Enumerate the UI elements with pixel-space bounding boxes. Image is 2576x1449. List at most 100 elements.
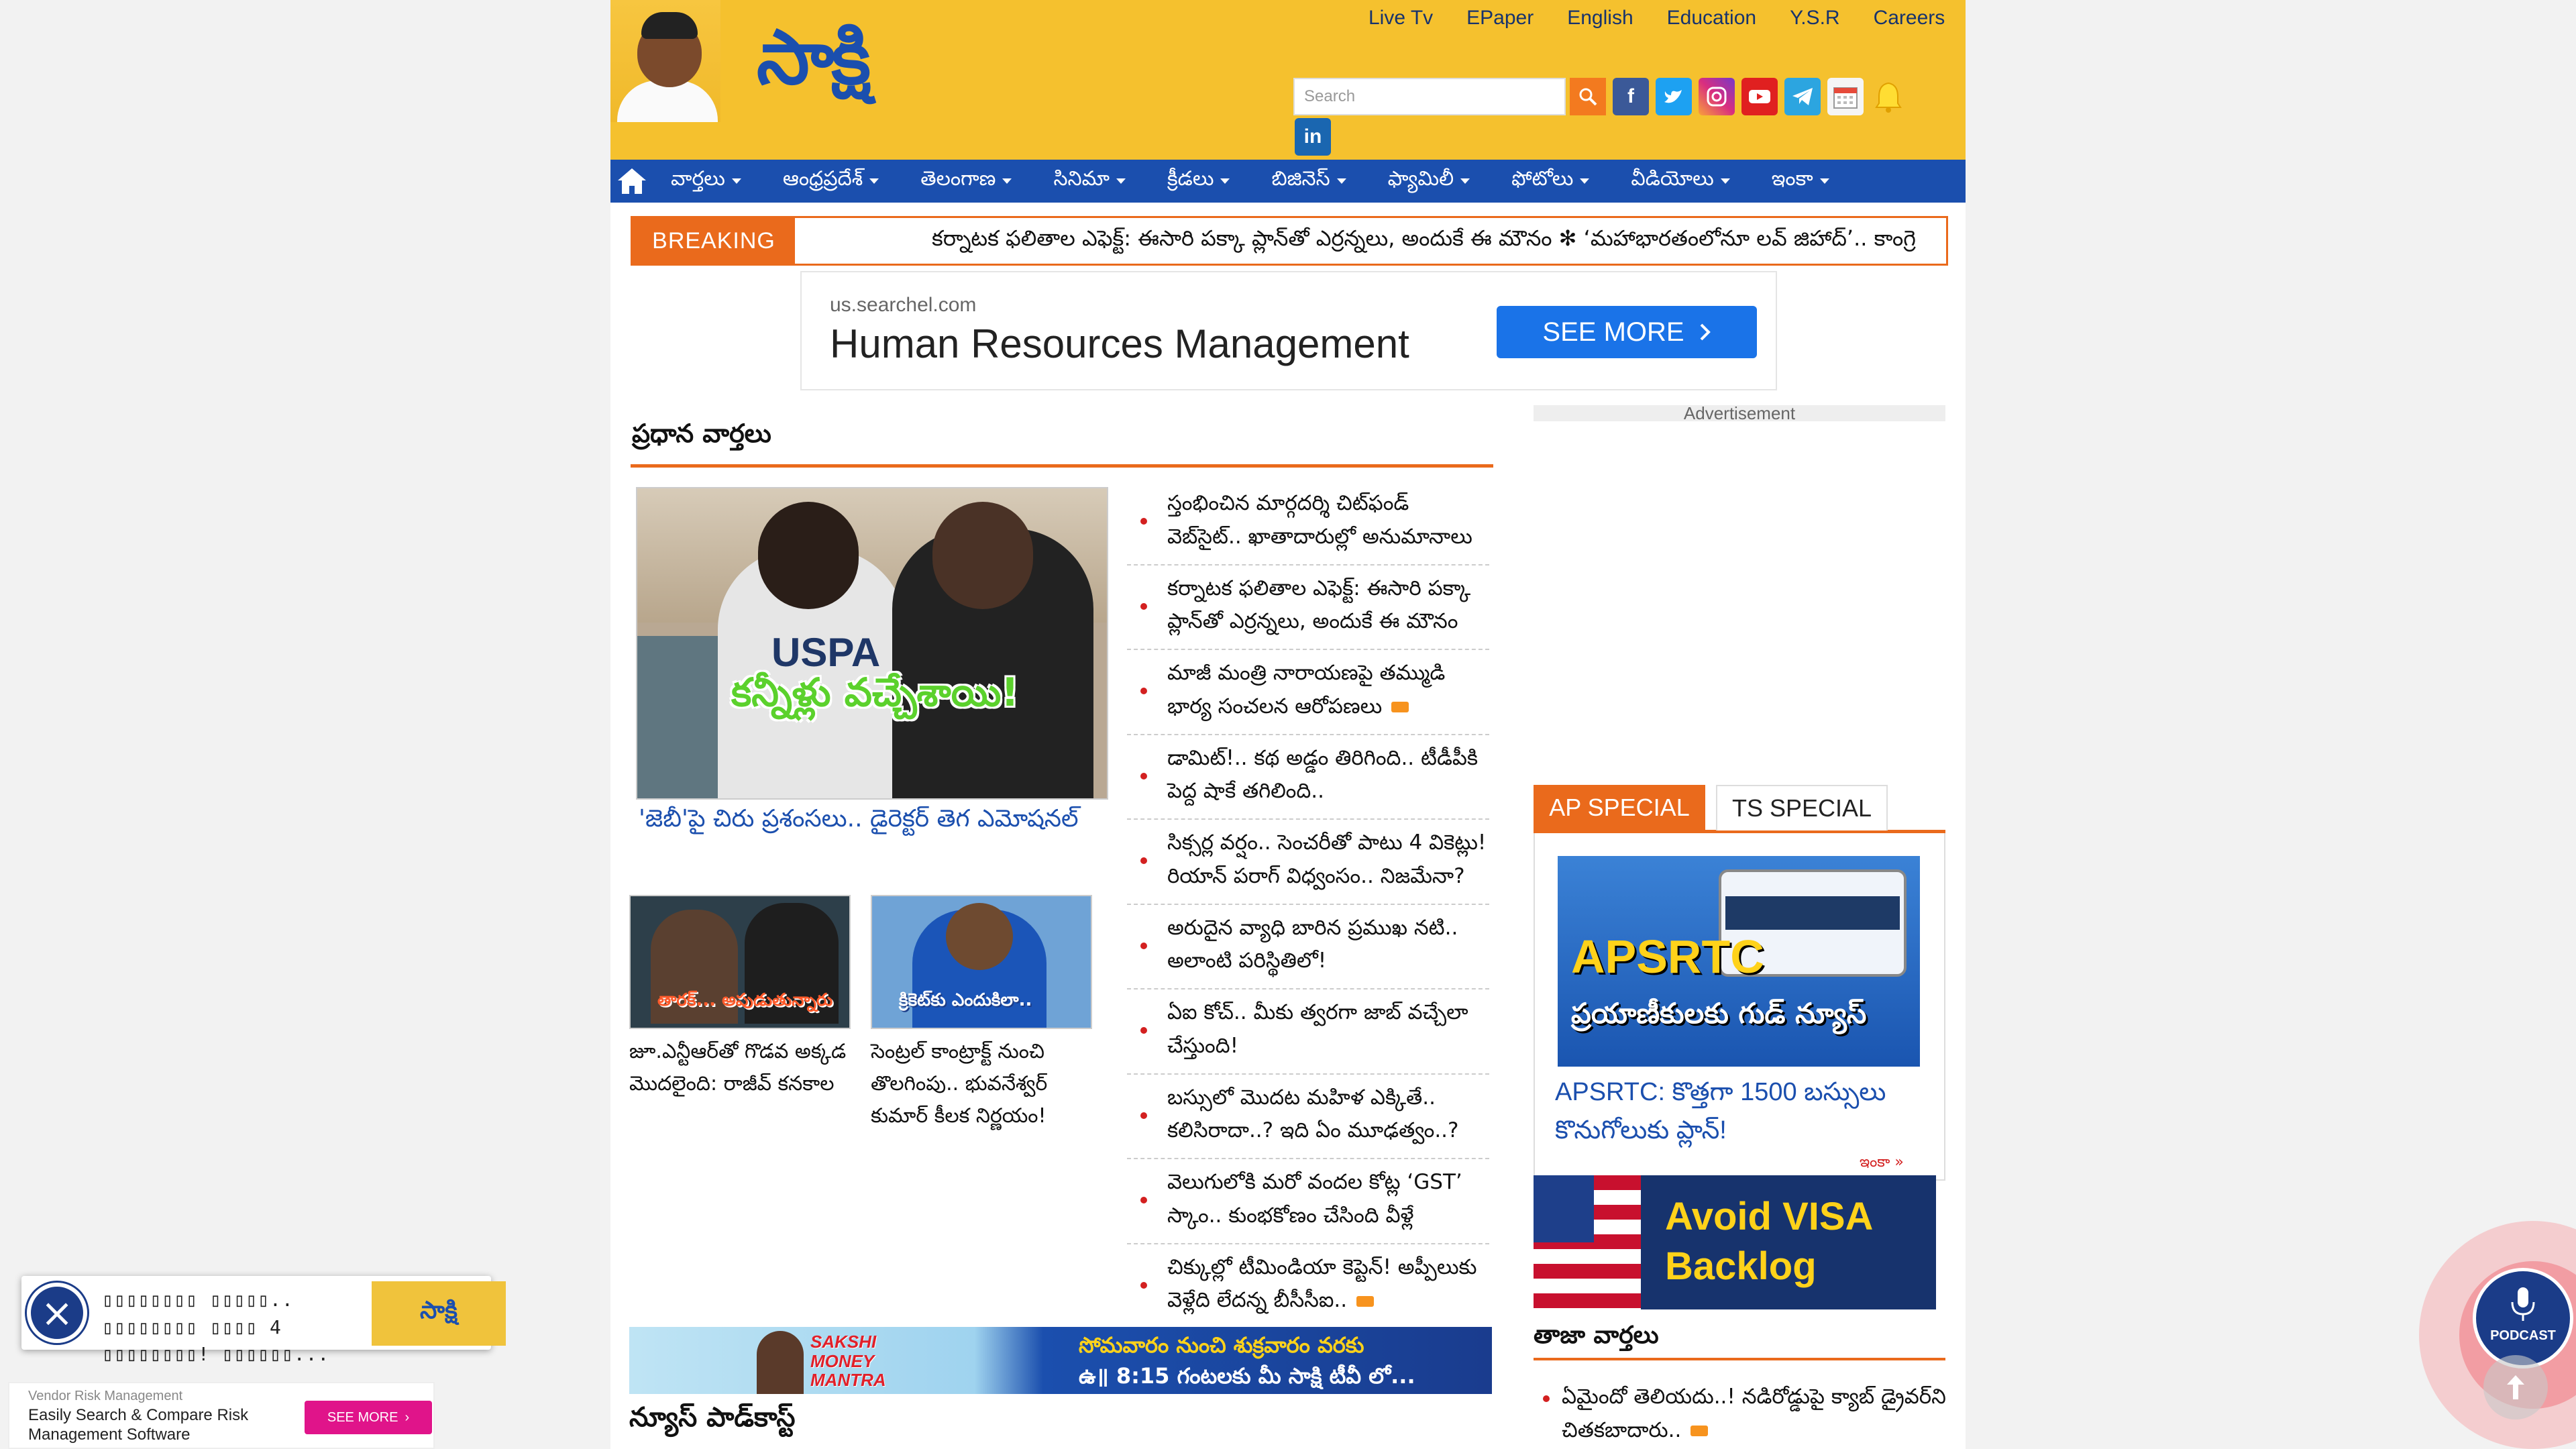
- special-more-link[interactable]: ఇంకా »: [1860, 1154, 1904, 1174]
- nav-item-more[interactable]: ఇంకా: [1772, 167, 1829, 195]
- chevron-down-icon: [1819, 178, 1829, 184]
- breaking-ticker: BREAKING కర్నాటక ఫలితాల ఎఫెక్ట్‌: ఈసారి …: [631, 216, 1948, 266]
- push-notification[interactable]: × ▯▯▯▯▯▯▯▯ ▯▯▯▯▯.. ▯▯▯▯▯▯▯▯ ▯▯▯▯ 4 ▯▯▯▯▯…: [21, 1276, 506, 1365]
- search-input[interactable]: Search: [1293, 78, 1566, 115]
- arrow-up-icon: [2507, 1375, 2524, 1399]
- bullet-icon: [1140, 942, 1147, 949]
- home-icon: [618, 168, 646, 194]
- section-title: ప్రధాన వార్తలు: [632, 419, 771, 448]
- nav-item-family[interactable]: ఫ్యామిలీ: [1388, 167, 1470, 195]
- hero-overlay-text: కన్నీళ్లు వచ్చేశాయి!: [731, 669, 1019, 715]
- calendar-icon[interactable]: [1827, 78, 1864, 115]
- thumb-headline-1[interactable]: జూ.ఎన్టీఆర్‌తో గొడవ అక్కడ మొదలైంది: రాజీ…: [629, 1036, 857, 1100]
- nav-item-andhra-pradesh[interactable]: ఆంధ్రప్రదేశ్: [783, 167, 879, 195]
- facebook-icon[interactable]: f: [1613, 78, 1649, 115]
- nav-item-business[interactable]: బిజినెస్: [1271, 167, 1346, 195]
- site-header: సాక్షి Live Tv EPaper English Education …: [610, 0, 1966, 160]
- latest-news-divider: [1534, 1358, 1945, 1360]
- chevron-right-icon: [1700, 323, 1711, 341]
- bullet-icon: [1140, 857, 1147, 864]
- podcast-label: PODCAST: [2490, 1328, 2556, 1343]
- breaking-label: BREAKING: [633, 218, 795, 264]
- home-button[interactable]: [610, 160, 653, 203]
- top-link-english[interactable]: English: [1567, 7, 1633, 30]
- thumb-image-2[interactable]: క్రికెట్‌కు ఎందుకిలా..: [871, 895, 1092, 1029]
- bullet-icon: [1140, 1197, 1147, 1203]
- section-divider: [631, 464, 1493, 468]
- nav-item-photos[interactable]: ఫోటోలు: [1511, 167, 1590, 195]
- instagram-icon[interactable]: [1699, 78, 1735, 115]
- top-link-epaper[interactable]: EPaper: [1466, 7, 1534, 30]
- top-link-ysr[interactable]: Y.S.R: [1790, 7, 1840, 30]
- twitter-icon[interactable]: [1656, 78, 1692, 115]
- hero-headline[interactable]: 'జెబీ'పై చిరు ప్రశంసలు.. డైరెక్టర్‌ తెగ …: [639, 805, 1122, 839]
- tab-ap-special[interactable]: AP SPECIAL: [1534, 785, 1705, 830]
- ad-see-more-button[interactable]: SEE MORE: [1497, 306, 1757, 358]
- search-icon: [1579, 88, 1597, 106]
- list-item[interactable]: కర్నాటక ఫలితాల ఎఫెక్ట్‌: ఈసారి పక్కా ప్ల…: [1127, 566, 1489, 650]
- hero-image[interactable]: USPA కన్నీళ్లు వచ్చేశాయి!: [636, 487, 1108, 800]
- chevron-down-icon: [1580, 178, 1590, 184]
- youtube-icon[interactable]: [1741, 78, 1778, 115]
- special-tabs: AP SPECIAL TS SPECIAL: [1534, 785, 1945, 833]
- microphone-icon: [2511, 1287, 2535, 1321]
- chevron-down-icon: [1220, 178, 1230, 184]
- top-link-live-tv[interactable]: Live Tv: [1368, 7, 1433, 30]
- page: సాక్షి Live Tv EPaper English Education …: [610, 0, 1966, 1449]
- podcast-section-title: న్యూస్‌ పాడ్‌కాస్ట్‌: [629, 1402, 796, 1433]
- visa-ad[interactable]: Avoid VISA Backlog: [1534, 1175, 1936, 1309]
- bullet-icon: [1543, 1395, 1550, 1402]
- search-button[interactable]: [1570, 78, 1606, 115]
- video-camera-icon: [1391, 702, 1409, 713]
- bullet-icon: [1140, 688, 1147, 694]
- list-item[interactable]: సిక్సర్ల వర్షం.. సెంచరీతో పాటు 4 వికెట్ల…: [1127, 820, 1489, 905]
- list-item[interactable]: ఏమైందో తెలియదు..! నడిరోడ్డుపై క్యాబ్‌ డ్…: [1543, 1381, 1951, 1447]
- podcast-button[interactable]: PODCAST: [2419, 1221, 2576, 1449]
- money-mantra-banner[interactable]: SAKSHI MONEY MANTRA సోమవారం నుంచి శుక్రవ…: [629, 1327, 1492, 1394]
- linkedin-icon[interactable]: in: [1295, 118, 1331, 156]
- thumb-image-1[interactable]: తారక్... అపుడుతున్నారు: [629, 895, 851, 1029]
- vendor-ad-source: Vendor Risk Management: [28, 1389, 183, 1403]
- bullet-icon: [1140, 1027, 1147, 1034]
- nav-item-sports[interactable]: క్రీడలు: [1167, 167, 1230, 195]
- vendor-ad-button[interactable]: SEE MORE ›: [305, 1401, 432, 1434]
- top-news-list: స్తంభించిన మార్గదర్శి చిట్‌ఫండ్‌ వెబ్‌సై…: [1127, 480, 1489, 1329]
- chevron-right-icon: ›: [405, 1409, 410, 1425]
- list-item[interactable]: మాజీ మంత్రి నారాయణపై తమ్ముడి భార్య సంచలన…: [1127, 650, 1489, 735]
- site-logo[interactable]: సాక్షి: [757, 20, 871, 95]
- list-item[interactable]: వెలుగులోకి మరో వందల కోట్ల ‘GST’ స్కాం.. …: [1127, 1159, 1489, 1244]
- close-icon[interactable]: ×: [27, 1283, 87, 1343]
- special-headline[interactable]: APSRTC: కొత్తగా 1500 బస్సులు కొనుగోలుకు …: [1555, 1073, 1931, 1150]
- scroll-to-top-button[interactable]: [2483, 1355, 2548, 1419]
- main-nav: వార్తలు ఆంధ్రప్రదేశ్ తెలంగాణ సినిమా క్రీ…: [610, 160, 1966, 203]
- telegram-icon[interactable]: [1784, 78, 1821, 115]
- display-ad[interactable]: us.searchel.com Human Resources Manageme…: [800, 271, 1777, 390]
- nav-item-videos[interactable]: వీడియోలు: [1631, 167, 1730, 195]
- bullet-icon: [1140, 1112, 1147, 1119]
- tab-ts-special[interactable]: TS SPECIAL: [1716, 785, 1888, 830]
- nav-item-telangana[interactable]: తెలంగాణ: [920, 167, 1012, 195]
- ad-title[interactable]: Human Resources Management: [830, 321, 1409, 367]
- list-item[interactable]: ఏఐ కోచ్‌.. మీకు త్వరగా జాబ్‌ వచ్చేలా చేస…: [1127, 989, 1489, 1075]
- bullet-icon: [1140, 602, 1147, 610]
- special-image[interactable]: APSRTC ప్రయాణీకులకు గుడ్‌ న్యూస్‌: [1558, 856, 1920, 1067]
- video-camera-icon: [1356, 1295, 1375, 1307]
- nav-item-cinema[interactable]: సినిమా: [1053, 167, 1126, 195]
- list-item[interactable]: స్తంభించిన మార్గదర్శి చిట్‌ఫండ్‌ వెబ్‌సై…: [1127, 480, 1489, 566]
- latest-news-title: తాజా వార్తలు: [1534, 1322, 1659, 1349]
- leader-portrait: [610, 0, 720, 122]
- list-item[interactable]: డామిట్‌!.. కథ అడ్డం తిరిగింది.. టీడీపీకి…: [1127, 735, 1489, 820]
- top-link-education[interactable]: Education: [1667, 7, 1756, 30]
- breaking-text[interactable]: కర్నాటక ఫలితాల ఎఫెక్ట్‌: ఈసారి పక్కా ప్ల…: [932, 218, 1916, 264]
- notification-bell-icon[interactable]: [1870, 78, 1907, 115]
- top-links: Live Tv EPaper English Education Y.S.R C…: [1368, 7, 1945, 30]
- thumb-headline-2[interactable]: సెంట్రల్‌ కాంట్రాక్ట్‌ నుంచి తొలగింపు.. …: [871, 1036, 1099, 1132]
- list-item[interactable]: బస్సులో మొదట మహిళ ఎక్కితే.. కలిసిరాదా..?…: [1127, 1075, 1489, 1159]
- nav-item-news[interactable]: వార్తలు: [671, 167, 741, 195]
- chevron-down-icon: [1336, 178, 1346, 184]
- list-item[interactable]: అరుదైన వ్యాధి బారిన ప్రముఖ నటి.. అలాంటి …: [1127, 905, 1489, 989]
- chevron-down-icon: [731, 178, 741, 184]
- list-item[interactable]: చిక్కుల్లో టీమిండియా కెప్టెన్‌! అప్పీలుక…: [1127, 1244, 1489, 1330]
- vendor-ad[interactable]: Vendor Risk Management Easily Search & C…: [8, 1382, 435, 1449]
- top-link-careers[interactable]: Careers: [1874, 7, 1945, 30]
